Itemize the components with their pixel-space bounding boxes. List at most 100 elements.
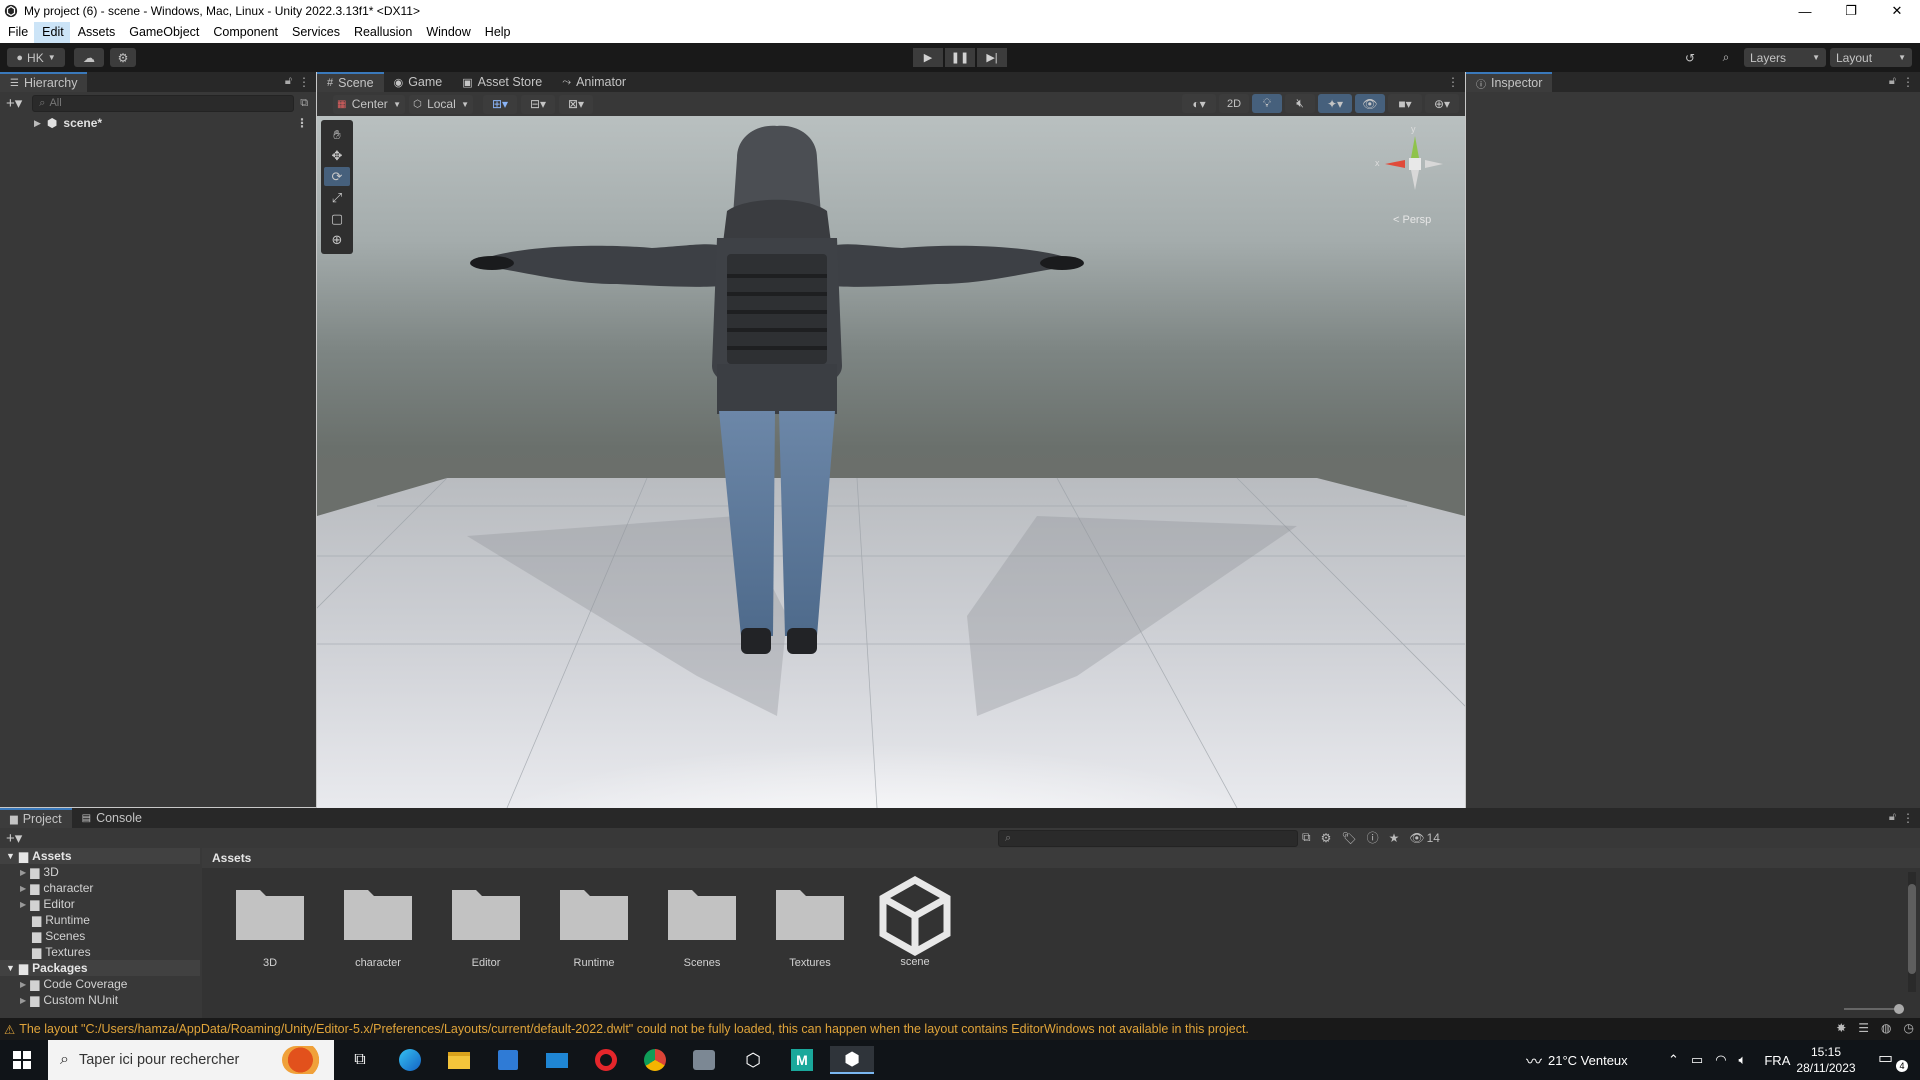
wifi-icon[interactable]: ◠ [1715, 1052, 1726, 1068]
start-button[interactable] [6, 1046, 38, 1074]
move-tool-button[interactable]: ✥ [324, 146, 350, 165]
tree-item-scenes[interactable]: ▆ Scenes [0, 928, 200, 944]
add-button[interactable]: +▾ [6, 94, 22, 112]
filter-label-icon[interactable]: 🏷︎ [1341, 831, 1356, 845]
more-options-icon[interactable]: ⋮ [298, 75, 310, 89]
space-dropdown[interactable]: ⬡ Local ▼ [409, 94, 473, 114]
increment-snap-button[interactable]: ⊠▾ [559, 94, 593, 114]
expand-arrow-icon[interactable]: ▶ [34, 118, 41, 129]
taskbar-app[interactable] [688, 1046, 720, 1074]
tab-hierarchy[interactable]: ☰ Hierarchy [0, 72, 88, 92]
asset-item-scenes[interactable]: Scenes [657, 882, 747, 969]
hierarchy-item-scene[interactable]: ▶ ⬢ scene* ⋮ [0, 114, 316, 132]
pivot-dropdown[interactable]: ▦ Center ▼ [333, 94, 405, 114]
volume-icon[interactable]: 🔈︎ [1739, 1052, 1747, 1068]
asset-item-editor[interactable]: Editor [441, 882, 531, 969]
menu-window[interactable]: Window [418, 22, 476, 43]
tab-asset-store[interactable]: ▣ Asset Store [452, 72, 552, 92]
cloud-button[interactable]: ☁ [74, 48, 104, 67]
language-indicator[interactable]: FRA [1764, 1053, 1790, 1068]
diagnostics-icon[interactable]: ◷ [1904, 1021, 1914, 1035]
tab-console[interactable]: ▤ Console [72, 808, 152, 828]
tab-game[interactable]: ◉ Game [384, 72, 453, 92]
hierarchy-search-input[interactable]: ⌕ All [32, 94, 295, 112]
tree-item-custom-nunit[interactable]: ▶ ▆ Custom NUnit [0, 992, 200, 1008]
grid-snap-button[interactable]: ⊞▾ [483, 94, 517, 114]
tree-item-packages[interactable]: ▼ ▆ Packages [0, 960, 200, 976]
device-icon[interactable]: ▭ [1691, 1052, 1703, 1068]
layers-dropdown[interactable]: Layers ▼ [1744, 48, 1826, 67]
more-options-icon[interactable]: ⋮ [1902, 75, 1914, 89]
camera-settings-button[interactable]: ■▾ [1388, 94, 1422, 113]
tab-inspector[interactable]: ⓘ Inspector [1466, 72, 1553, 92]
tab-animator[interactable]: ⤳ Animator [552, 72, 636, 92]
restore-button[interactable]: ❐ [1828, 0, 1874, 22]
effects-toggle[interactable]: ✦▾ [1318, 94, 1352, 113]
expand-arrow-icon[interactable]: ▶ [20, 868, 26, 877]
cache-icon[interactable]: ☰ [1858, 1021, 1869, 1035]
weather-widget[interactable]: 〰 21°C Venteux [1526, 1040, 1628, 1080]
menu-assets[interactable]: Assets [70, 22, 122, 43]
icon-size-slider[interactable] [1844, 1004, 1904, 1014]
expand-arrow-icon[interactable]: ▶ [20, 980, 26, 989]
taskbar-opera[interactable] [590, 1046, 622, 1074]
tree-item-3d[interactable]: ▶ ▆ 3D [0, 864, 200, 880]
asset-item-runtime[interactable]: Runtime [549, 882, 639, 969]
taskbar-explorer[interactable] [443, 1046, 475, 1074]
tab-scene[interactable]: # Scene [317, 72, 384, 92]
add-button[interactable]: +▾ [6, 829, 22, 847]
collab-button[interactable]: ⚙ [110, 48, 136, 67]
favorite-icon[interactable]: ★ [1389, 831, 1400, 845]
menu-edit[interactable]: Edit [34, 22, 70, 43]
search-button[interactable]: ⌕ [1712, 48, 1740, 67]
transform-tool-button[interactable]: ⊕ [324, 230, 350, 249]
vertical-scrollbar[interactable] [1908, 872, 1916, 992]
filter-type-icon[interactable]: ⚙ [1321, 831, 1332, 845]
tree-item-code-coverage[interactable]: ▶ ▆ Code Coverage [0, 976, 200, 992]
search-scope-icon[interactable]: ⧉ [1302, 830, 1311, 845]
asset-item-scene[interactable]: scene [870, 876, 960, 968]
tree-item-assets[interactable]: ▼ ▆ Assets [0, 848, 200, 864]
grid-visibility-button[interactable]: ⊟▾ [521, 94, 555, 114]
menu-gameobject[interactable]: GameObject [121, 22, 205, 43]
minimize-button[interactable]: — [1782, 0, 1828, 22]
lock-icon[interactable]: 🔓︎ [1889, 811, 1896, 824]
asset-item-3d[interactable]: 3D [225, 882, 315, 969]
status-bar[interactable]: ⚠ The layout "C:/Users/hamza/AppData/Roa… [0, 1018, 1920, 1040]
taskbar-app-m[interactable]: M [786, 1046, 818, 1074]
expand-arrow-icon[interactable]: ▼ [6, 851, 15, 861]
breadcrumb-assets[interactable]: Assets [212, 851, 251, 865]
taskbar-unity-editor[interactable]: ⬢ [830, 1046, 874, 1074]
rect-tool-button[interactable]: ▢ [324, 209, 350, 228]
rotate-tool-button[interactable]: ⟳ [324, 167, 350, 186]
expand-arrow-icon[interactable]: ▶ [20, 884, 26, 893]
perspective-label[interactable]: < Persp [1393, 214, 1431, 226]
expand-arrow-icon[interactable]: ▶ [20, 996, 26, 1005]
layout-dropdown[interactable]: Layout ▼ [1830, 48, 1912, 67]
scene-visibility-toggle[interactable]: 👁︎ [1355, 94, 1385, 113]
audio-toggle[interactable]: 🔇︎ [1285, 94, 1315, 113]
play-button[interactable]: ▶ [913, 48, 943, 67]
taskbar-edge[interactable] [394, 1046, 426, 1074]
close-button[interactable]: ✕ [1874, 0, 1920, 22]
tree-item-character[interactable]: ▶ ▆ character [0, 880, 200, 896]
taskbar-mail[interactable] [541, 1046, 573, 1074]
task-view-button[interactable]: ⧉ [344, 1046, 376, 1074]
taskbar-store[interactable] [492, 1046, 524, 1074]
hidden-packages-button[interactable]: 👁︎ 14 [1409, 831, 1440, 845]
toggle-2d-button[interactable]: 2D [1219, 94, 1249, 113]
tab-project[interactable]: ▆ Project [0, 808, 72, 828]
taskbar-search-input[interactable]: ⌕ Taper ici pour rechercher [48, 1040, 334, 1080]
lighting-toggle[interactable]: 💡︎ [1252, 94, 1282, 113]
step-button[interactable]: ▶| [977, 48, 1007, 67]
hand-tool-button[interactable]: ✋︎ [324, 125, 350, 144]
taskbar-unity-hub[interactable]: ⬡ [737, 1046, 769, 1074]
tree-item-runtime[interactable]: ▆ Runtime [0, 912, 200, 928]
lock-icon[interactable]: 🔓︎ [285, 75, 292, 88]
draw-mode-button[interactable]: ◐▾ [1182, 94, 1216, 113]
scale-tool-button[interactable]: ⤢ [324, 188, 350, 207]
more-options-icon[interactable]: ⋮ [1447, 75, 1459, 89]
asset-item-textures[interactable]: Textures [765, 882, 855, 969]
taskbar-chrome[interactable] [639, 1046, 671, 1074]
pause-button[interactable]: ❚❚ [945, 48, 975, 67]
